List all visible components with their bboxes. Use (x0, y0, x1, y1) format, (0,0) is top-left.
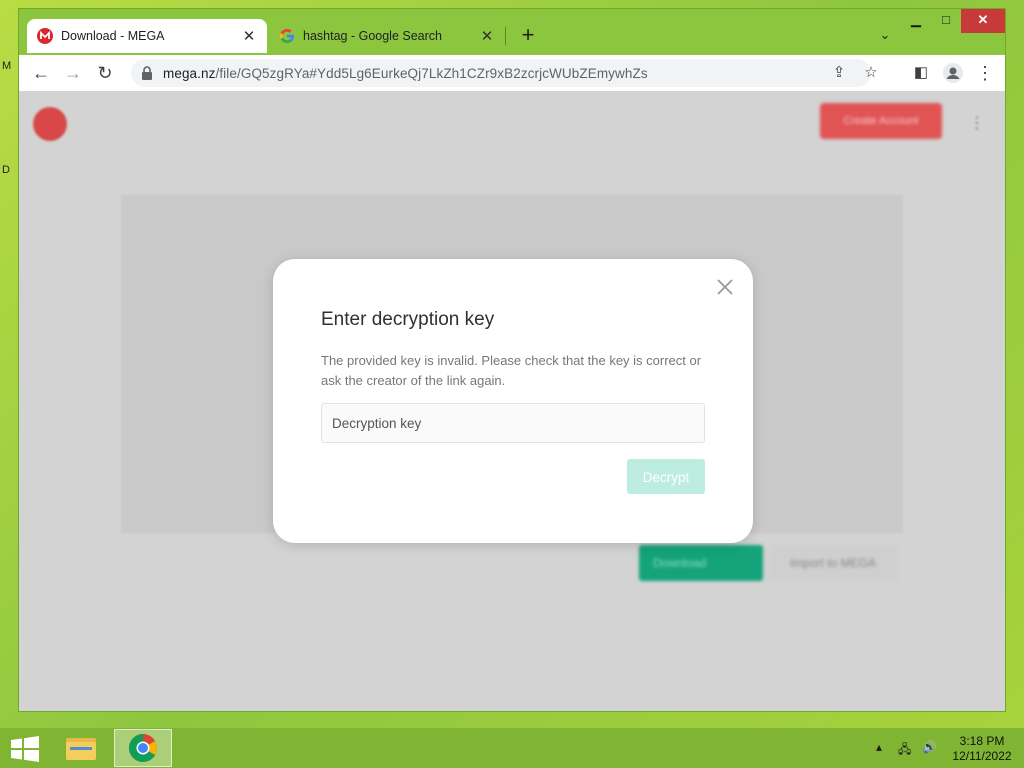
forward-arrow-icon[interactable]: → (61, 61, 85, 85)
decryption-key-input[interactable] (321, 403, 705, 443)
side-panel-icon[interactable]: ◧ (909, 61, 933, 85)
desktop-icon-label-partial: M (2, 60, 12, 72)
tab-mega-download[interactable]: Download - MEGA ✕ (27, 19, 267, 53)
browser-window: Download - MEGA ✕ hashtag - Google Searc… (18, 8, 1006, 712)
download-button[interactable]: Download (639, 545, 763, 581)
address-bar[interactable]: mega.nz/file/GQ5zgRYa#Ydd5Lg6EurkeQj7LkZ… (131, 59, 878, 87)
clock[interactable]: 3:18 PM 12/11/2022 (946, 734, 1018, 764)
tab-title: hashtag - Google Search (303, 29, 442, 43)
tab-close-icon[interactable]: ✕ (479, 27, 495, 45)
clock-date: 12/11/2022 (952, 749, 1012, 763)
dialog-message: The provided key is invalid. Please chec… (321, 353, 702, 388)
tab-close-icon[interactable]: ✕ (241, 27, 257, 45)
chrome-taskbar-button[interactable] (114, 729, 172, 767)
file-explorer-taskbar-button[interactable] (52, 729, 110, 767)
reload-icon[interactable]: ↻ (93, 61, 117, 85)
tab-search-chevron-down-icon[interactable]: ⌄ (876, 27, 894, 45)
bookmark-star-icon[interactable]: ☆ (861, 63, 881, 83)
tab-divider (505, 27, 506, 45)
mega-page: Create Account ⋮ Download Import to MEGA… (19, 91, 1005, 711)
tab-google-search[interactable]: hashtag - Google Search ✕ (269, 19, 505, 53)
folder-icon (66, 738, 96, 760)
page-more-icon[interactable]: ⋮ (969, 113, 985, 133)
desktop-icon-label-partial: D (2, 164, 10, 176)
new-tab-plus-icon[interactable]: + (517, 24, 539, 47)
dialog-title: Enter decryption key (321, 309, 495, 330)
back-arrow-icon[interactable]: ← (29, 61, 53, 85)
url-path: /file/GQ5zgRYa#Ydd5Lg6EurkeQj7LkZh1CZr9x… (215, 65, 648, 81)
mega-logo-icon (37, 28, 53, 44)
create-account-button[interactable]: Create Account (820, 103, 942, 139)
profile-avatar-icon[interactable] (941, 61, 965, 85)
close-window-icon[interactable]: ✕ (961, 9, 1005, 33)
mega-logo-icon[interactable] (33, 107, 67, 141)
share-icon[interactable]: ⇪ (829, 63, 849, 83)
lock-icon[interactable] (141, 66, 153, 80)
volume-icon[interactable]: 🔊 (922, 740, 937, 754)
network-icon[interactable]: 🖧 (898, 740, 911, 761)
chrome-icon (129, 734, 157, 762)
tab-title: Download - MEGA (61, 29, 165, 43)
browser-toolbar: ← → ↻ mega.nz/file/GQ5zgRYa#Ydd5Lg6Eurke… (19, 55, 1005, 91)
url-host: mega.nz (163, 65, 216, 81)
taskbar: ▴ 🖧 🔊 3:18 PM 12/11/2022 (0, 728, 1024, 768)
show-hidden-icons-chevron-up-icon[interactable]: ▴ (876, 740, 882, 754)
url-text[interactable]: mega.nz/file/GQ5zgRYa#Ydd5Lg6EurkeQj7LkZ… (163, 66, 648, 81)
google-logo-icon (280, 29, 294, 43)
clock-time: 3:18 PM (959, 734, 1005, 748)
close-icon[interactable] (715, 277, 735, 297)
decrypt-button[interactable]: Decrypt (627, 459, 705, 494)
maximize-window-icon[interactable]: □ (932, 9, 960, 33)
tab-strip: Download - MEGA ✕ hashtag - Google Searc… (19, 9, 1005, 55)
minimize-window-icon[interactable]: ▁ (902, 9, 930, 33)
windows-start-icon[interactable] (10, 736, 40, 762)
more-menu-icon[interactable]: ⋮ (973, 61, 997, 85)
decryption-key-dialog: Enter decryption key The provided key is… (273, 259, 753, 543)
import-to-mega-button[interactable]: Import to MEGA (769, 545, 897, 581)
